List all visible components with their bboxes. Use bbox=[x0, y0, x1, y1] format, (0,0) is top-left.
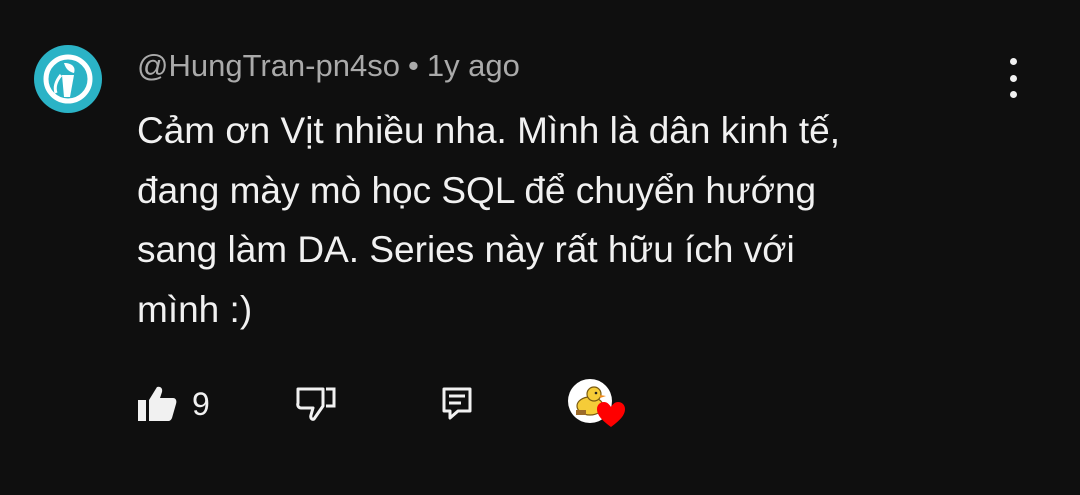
comment-text: Cảm ơn Vịt nhiều nha. Mình là dân kinh t… bbox=[137, 101, 937, 339]
author-avatar[interactable] bbox=[34, 45, 102, 113]
creator-heart-badge bbox=[568, 379, 628, 431]
more-vertical-icon bbox=[1009, 58, 1017, 65]
more-dot bbox=[1009, 91, 1017, 98]
comment-line: đang mày mò học SQL để chuyển hướng bbox=[137, 169, 817, 211]
thumbs-down-icon bbox=[296, 387, 336, 421]
person-leaf-icon bbox=[43, 54, 93, 104]
author-name[interactable]: @HungTran-pn4so bbox=[137, 48, 400, 83]
comment-line: mình :) bbox=[137, 288, 253, 330]
more-dot bbox=[1009, 74, 1017, 82]
comment-line: sang làm DA. Series này rất hữu ích với bbox=[137, 229, 795, 270]
thumbs-up-icon bbox=[138, 386, 177, 421]
comment-timestamp[interactable]: 1y ago bbox=[427, 48, 520, 83]
meta-separator: • bbox=[407, 48, 419, 83]
heart-icon bbox=[597, 402, 625, 427]
reply-button[interactable] bbox=[440, 380, 476, 426]
reply-comment-icon bbox=[442, 387, 472, 420]
like-count: 9 bbox=[192, 386, 210, 422]
more-options-button[interactable] bbox=[996, 58, 1030, 98]
like-button[interactable] bbox=[135, 380, 179, 426]
comment-line: Cảm ơn Vịt nhiều nha. Mình là dân kinh t… bbox=[137, 110, 840, 151]
dislike-button[interactable] bbox=[293, 380, 337, 426]
comment-header: @HungTran-pn4so • 1y ago bbox=[137, 46, 520, 86]
